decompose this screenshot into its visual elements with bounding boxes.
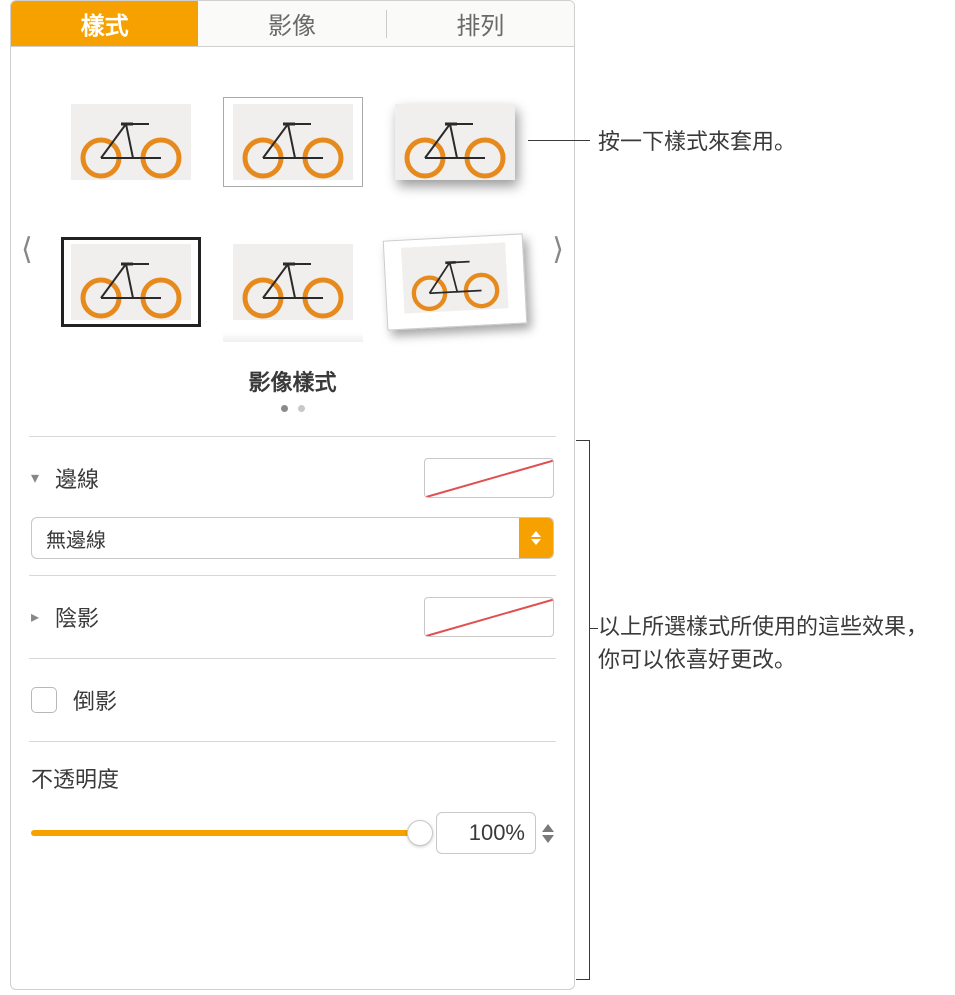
style-thumb-reflection[interactable] [223, 237, 363, 327]
callout-bracket-tick [590, 628, 598, 629]
border-select[interactable]: 無邊線 [31, 517, 554, 559]
reflection-label: 倒影 [73, 684, 117, 716]
bike-icon [233, 104, 353, 180]
slider-track [31, 830, 420, 836]
page-dots [31, 405, 554, 412]
tab-style[interactable]: 樣式 [11, 1, 198, 46]
shadow-section: ▸ 陰影 [11, 576, 574, 658]
image-styles-area: ⟨ ⟩ [11, 47, 574, 436]
opacity-section: 不透明度 [11, 742, 574, 878]
callout-text: 以上所選樣式所使用的這些效果，你可以依喜好更改。 [598, 610, 938, 676]
opacity-stepper [542, 824, 554, 843]
stepper-down-icon[interactable] [542, 835, 554, 843]
shadow-style-swatch[interactable] [424, 597, 554, 637]
style-thumb-photo-frame[interactable] [382, 233, 527, 330]
page-dot[interactable] [298, 405, 305, 412]
styles-section-title: 影像樣式 [31, 365, 554, 397]
callout-leader-line [528, 140, 590, 141]
page-dot[interactable] [281, 405, 288, 412]
styles-grid [31, 97, 554, 337]
chevron-right-icon[interactable]: ▸ [31, 607, 47, 627]
border-style-swatch[interactable] [424, 458, 554, 498]
shadow-label: 陰影 [55, 601, 99, 633]
tab-bar: 樣式 影像 排列 [11, 1, 574, 47]
select-arrows-icon [519, 518, 553, 558]
tab-arrange[interactable]: 排列 [387, 1, 574, 46]
chevron-down-icon[interactable]: ▾ [31, 468, 47, 488]
border-section: ▾ 邊線 無邊線 [11, 437, 574, 575]
styles-next-button[interactable]: ⟩ [552, 232, 564, 267]
border-select-value: 無邊線 [32, 524, 519, 553]
opacity-label: 不透明度 [31, 762, 554, 794]
tab-label: 排列 [456, 6, 504, 41]
style-thumb-shadow[interactable] [385, 97, 525, 187]
bike-icon [233, 244, 353, 320]
stepper-up-icon[interactable] [542, 824, 554, 832]
style-thumb-none[interactable] [61, 97, 201, 187]
style-thumb-thin-border[interactable] [223, 97, 363, 187]
opacity-input[interactable] [436, 812, 536, 854]
border-label: 邊線 [55, 462, 99, 494]
format-panel: 樣式 影像 排列 ⟨ ⟩ [10, 0, 575, 990]
reflection-section: 倒影 [11, 659, 574, 741]
tab-image[interactable]: 影像 [198, 1, 385, 46]
tab-label: 樣式 [81, 6, 129, 41]
bike-icon [398, 242, 511, 314]
opacity-slider[interactable] [31, 818, 420, 848]
callout-bracket [576, 440, 590, 980]
style-thumb-black-border[interactable] [61, 237, 201, 327]
styles-prev-button[interactable]: ⟨ [21, 232, 33, 267]
bike-icon [395, 104, 515, 180]
bike-icon [71, 104, 191, 180]
tab-label: 影像 [268, 6, 316, 41]
slider-thumb[interactable] [407, 820, 433, 846]
reflection-checkbox[interactable] [31, 687, 57, 713]
callout-text: 按一下樣式來套用。 [598, 125, 796, 158]
bike-icon [71, 244, 191, 320]
